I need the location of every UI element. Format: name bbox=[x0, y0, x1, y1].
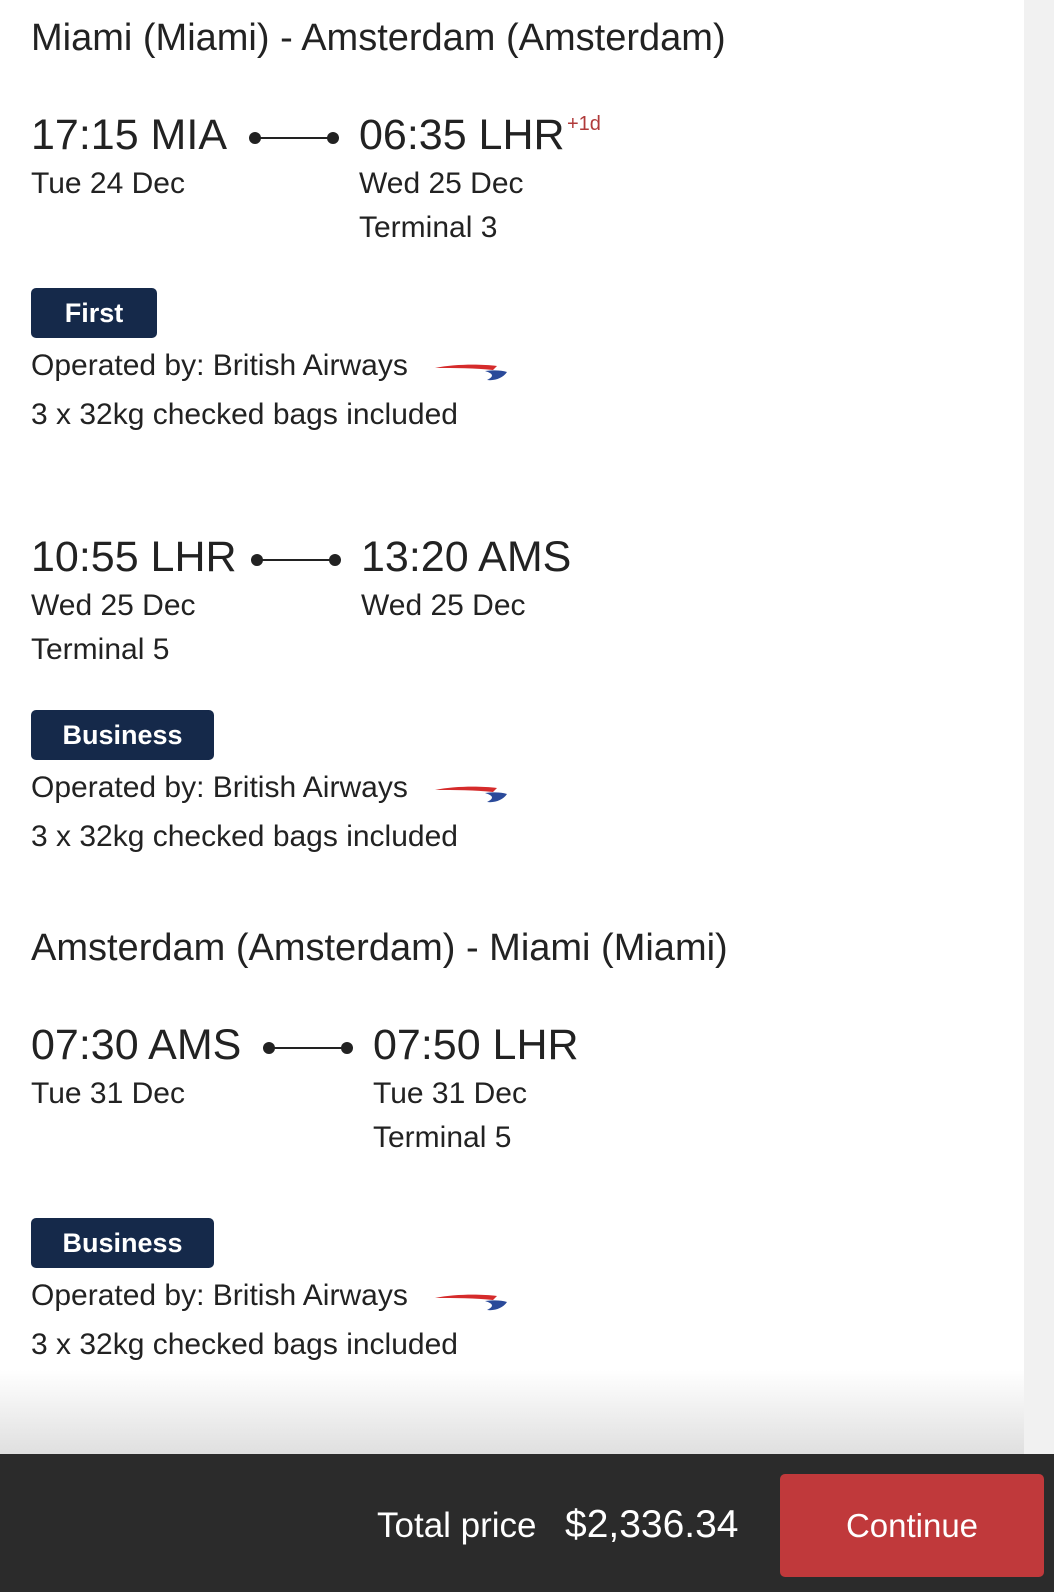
departure-date: Tue 31 Dec bbox=[31, 1077, 185, 1110]
departure-time: 10:55 LHR bbox=[31, 533, 237, 581]
arrival-date: Tue 31 Dec bbox=[373, 1077, 527, 1110]
scrollbar-track[interactable] bbox=[1024, 0, 1054, 1454]
continue-button[interactable]: Continue bbox=[780, 1474, 1044, 1577]
cabin-badge: Business bbox=[31, 1218, 214, 1268]
flight-segment: 17:15 MIA 06:35 LHR +1d Tue 24 Dec Wed 2… bbox=[31, 110, 931, 440]
arrival-date: Wed 25 Dec bbox=[361, 589, 526, 622]
route-end-dot bbox=[329, 554, 341, 566]
route-title-outbound: Miami (Miami) - Amsterdam (Amsterdam) bbox=[31, 17, 726, 59]
day-offset: +1d bbox=[567, 113, 601, 135]
total-price-label: Total price bbox=[377, 1506, 537, 1545]
total-price-value: $2,336.34 bbox=[565, 1503, 739, 1546]
itinerary-panel: Miami (Miami) - Amsterdam (Amsterdam) 17… bbox=[0, 0, 1020, 1454]
scroll-fade-overlay bbox=[0, 1370, 1024, 1454]
operator-text: Operated by: British Airways bbox=[31, 349, 408, 382]
route-end-dot bbox=[341, 1042, 353, 1054]
price-footer: Total price $2,336.34 Continue bbox=[0, 1454, 1054, 1592]
british-airways-logo-icon bbox=[435, 1294, 507, 1311]
british-airways-logo-icon bbox=[435, 786, 507, 803]
route-line bbox=[269, 1047, 351, 1049]
arrival-terminal: Terminal 3 bbox=[359, 211, 498, 244]
operator-text: Operated by: British Airways bbox=[31, 771, 408, 804]
arrival-date: Wed 25 Dec bbox=[359, 167, 524, 200]
route-line bbox=[257, 559, 339, 561]
departure-date: Wed 25 Dec bbox=[31, 589, 196, 622]
arrival-time: 13:20 AMS bbox=[361, 533, 572, 581]
arrival-time: 06:35 LHR bbox=[359, 111, 565, 159]
departure-time: 07:30 AMS bbox=[31, 1021, 242, 1069]
departure-terminal: Terminal 5 bbox=[31, 633, 170, 666]
departure-date: Tue 24 Dec bbox=[31, 167, 185, 200]
arrival-time: 07:50 LHR bbox=[373, 1021, 579, 1069]
departure-time: 17:15 MIA bbox=[31, 111, 227, 159]
cabin-badge: First bbox=[31, 288, 157, 338]
route-end-dot bbox=[327, 132, 339, 144]
flight-segment: 07:30 AMS 07:50 LHR Tue 31 Dec Tue 31 De… bbox=[31, 1020, 931, 1361]
british-airways-logo-icon bbox=[435, 364, 507, 381]
flight-segment: 10:55 LHR 13:20 AMS Wed 25 Dec Terminal … bbox=[31, 532, 931, 862]
bags-text: 3 x 32kg checked bags included bbox=[31, 1328, 458, 1361]
route-title-inbound: Amsterdam (Amsterdam) - Miami (Miami) bbox=[31, 927, 728, 969]
operator-text: Operated by: British Airways bbox=[31, 1279, 408, 1312]
bags-text: 3 x 32kg checked bags included bbox=[31, 398, 458, 431]
arrival-terminal: Terminal 5 bbox=[373, 1121, 512, 1154]
cabin-badge: Business bbox=[31, 710, 214, 760]
bags-text: 3 x 32kg checked bags included bbox=[31, 820, 458, 853]
route-line bbox=[255, 137, 337, 139]
